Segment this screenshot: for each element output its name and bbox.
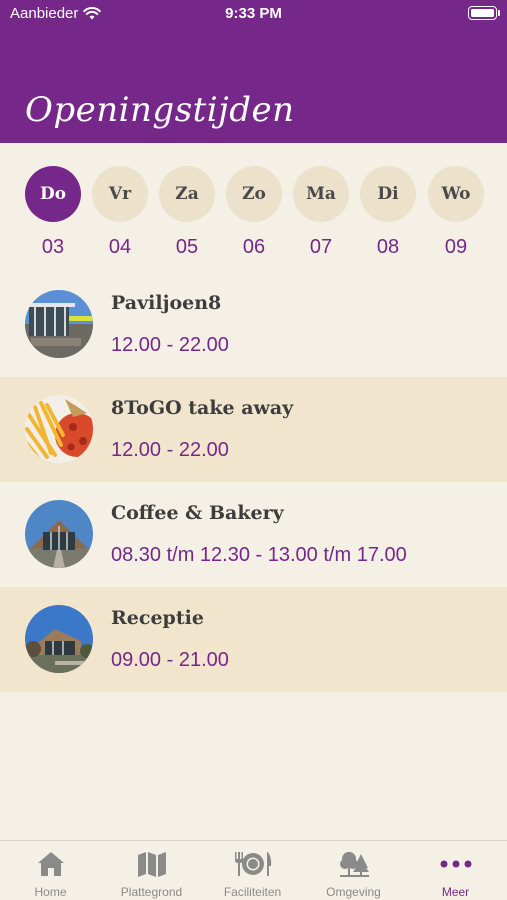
map-icon	[137, 852, 166, 877]
tab-omgeving[interactable]: Omgeving	[303, 841, 404, 900]
day-date: 05	[175, 236, 199, 258]
tab-label: Home	[34, 885, 67, 899]
bakery-building-photo	[25, 500, 93, 568]
list-item[interactable]: Receptie 09.00 - 21.00	[0, 587, 507, 692]
status-bar: Aanbieder 9:33 PM	[0, 0, 507, 28]
day-item[interactable]: Wo 09	[428, 166, 484, 259]
day-circle: Za	[159, 166, 215, 222]
day-item[interactable]: Za 05	[159, 166, 215, 259]
day-circle: Wo	[428, 166, 484, 222]
venue-hours: 08.30 t/m 12.30 - 13.00 t/m 17.00	[111, 544, 407, 566]
venue-hours: 09.00 - 21.00	[111, 649, 229, 671]
fork-plate-knife-icon	[234, 852, 271, 876]
day-date: 03	[41, 236, 65, 258]
tab-bar: Home Plattegrond Faciliteiten Omgeving M…	[0, 840, 507, 900]
list-item[interactable]: Paviljoen8 12.00 - 22.00	[0, 272, 507, 377]
day-date: 04	[108, 236, 132, 258]
tab-faciliteiten[interactable]: Faciliteiten	[202, 841, 303, 900]
day-date: 06	[242, 236, 266, 258]
day-date: 09	[444, 236, 468, 258]
day-date: 07	[309, 236, 333, 258]
day-item[interactable]: Zo 06	[226, 166, 282, 259]
venue-name: Coffee & Bakery	[111, 502, 284, 524]
page-title: Openingstijden	[25, 90, 295, 130]
list-item[interactable]: 8ToGO take away 12.00 - 22.00	[0, 377, 507, 482]
pavilion-photo	[25, 290, 93, 358]
venue-hours: 12.00 - 22.00	[111, 439, 229, 461]
tab-home[interactable]: Home	[0, 841, 101, 900]
app-header: Aanbieder 9:33 PM Openingstijden	[0, 0, 507, 143]
tab-label: Omgeving	[326, 885, 381, 899]
tab-label: Meer	[441, 885, 470, 899]
day-date: 08	[376, 236, 400, 258]
venue-name: 8ToGO take away	[111, 397, 294, 419]
fries-pizza-photo	[25, 395, 93, 463]
venue-name: Paviljoen8	[111, 292, 222, 314]
day-circle: Di	[360, 166, 416, 222]
venue-hours: 12.00 - 22.00	[111, 334, 229, 356]
day-item[interactable]: Vr 04	[92, 166, 148, 259]
venue-name: Receptie	[111, 607, 204, 629]
reception-building-photo	[25, 605, 93, 673]
day-circle: Ma	[293, 166, 349, 222]
house-icon	[37, 852, 64, 876]
trees-icon	[339, 852, 369, 877]
tab-label: Plattegrond	[120, 885, 183, 899]
tab-label: Faciliteiten	[223, 885, 282, 899]
more-dots-icon	[440, 860, 471, 868]
day-item[interactable]: Do 03	[25, 166, 81, 259]
status-time: 9:33 PM	[225, 5, 282, 22]
day-circle: Zo	[226, 166, 282, 222]
list-item[interactable]: Coffee & Bakery 08.30 t/m 12.30 - 13.00 …	[0, 482, 507, 587]
day-circle: Vr	[92, 166, 148, 222]
day-item[interactable]: Di 08	[360, 166, 416, 259]
tab-meer[interactable]: Meer	[405, 841, 506, 900]
day-selector: Do 03 Vr 04 Za 05 Zo 06 Ma 07 Di 08 Wo 0…	[0, 166, 507, 266]
battery-icon	[468, 6, 500, 20]
day-circle: Do	[25, 166, 81, 222]
day-item[interactable]: Ma 07	[293, 166, 349, 259]
tab-plattegrond[interactable]: Plattegrond	[101, 841, 202, 900]
